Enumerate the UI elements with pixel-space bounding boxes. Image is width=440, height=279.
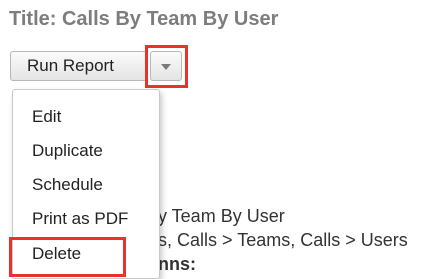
report-description-partial: y Team By User [158, 206, 285, 226]
menu-item-print-as-pdf[interactable]: Print as PDF [32, 209, 128, 229]
highlight-box-dropdown [145, 45, 188, 88]
report-title: Title: Calls By Team By User [9, 8, 279, 30]
highlight-box-delete [9, 237, 126, 277]
report-columns-label-partial: nns: [158, 254, 196, 274]
menu-item-duplicate[interactable]: Duplicate [32, 141, 103, 161]
report-modules-partial: s, Calls > Teams, Calls > Users [158, 230, 408, 250]
run-report-button[interactable]: Run Report [10, 51, 148, 81]
menu-item-schedule[interactable]: Schedule [32, 175, 103, 195]
menu-item-edit[interactable]: Edit [32, 107, 61, 127]
